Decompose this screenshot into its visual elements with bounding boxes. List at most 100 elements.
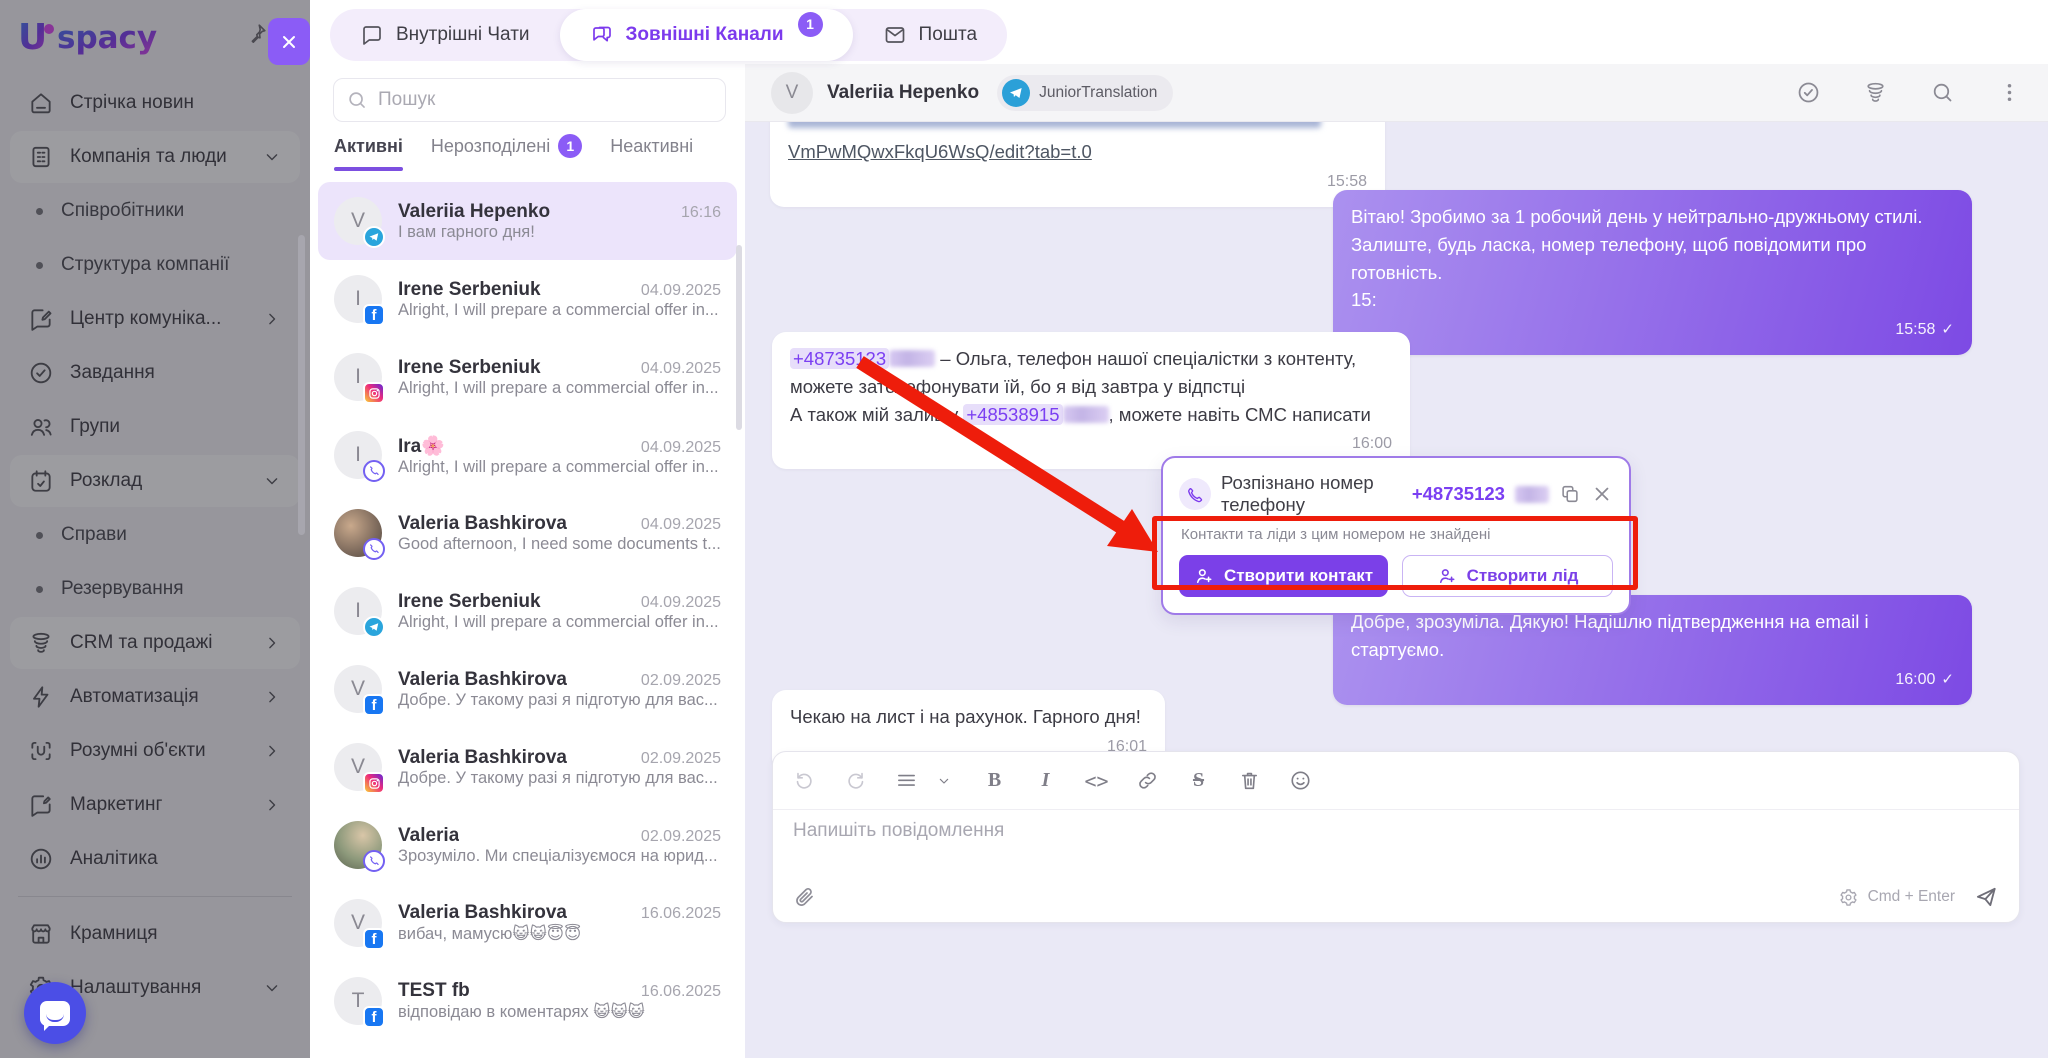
chat-mode-tabs: Внутрішні ЧатиЗовнішні Канали1Пошта xyxy=(330,9,1007,61)
sidebar-close-button[interactable] xyxy=(268,18,310,65)
chat-list-item[interactable]: IfIrene Serbeniuk04.09.2025Alright, I wi… xyxy=(318,260,737,338)
emoji-icon[interactable] xyxy=(1289,769,1312,792)
sidebar-scrollbar[interactable] xyxy=(298,235,305,535)
document-link[interactable]: VmPwMQwxFkqU6WsQ/edit?tab=t.0 xyxy=(788,141,1092,162)
list-tab-Активні[interactable]: Активні xyxy=(334,136,403,171)
message-time: 16:00 xyxy=(790,432,1392,456)
chat-icon xyxy=(360,23,384,47)
conversation-header: V Valeriia Hepenko JuniorTranslation xyxy=(745,64,2048,122)
code-icon[interactable]: <> xyxy=(1085,769,1108,792)
facebook-icon: f xyxy=(363,928,385,950)
copy-icon[interactable] xyxy=(1559,483,1581,505)
facebook-icon: f xyxy=(363,1006,385,1028)
bold-icon[interactable]: B xyxy=(983,769,1006,792)
tab-external-channels[interactable]: Зовнішні Канали1 xyxy=(560,9,853,61)
message-preview: Зрозуміло. Ми спеціалізуємося на юрид... xyxy=(398,847,718,865)
tab-internal-chats[interactable]: Внутрішні Чати xyxy=(330,9,560,61)
avatar: Tf xyxy=(334,977,382,1025)
viber-icon xyxy=(363,850,385,872)
redacted-phone-part xyxy=(1063,406,1109,423)
popup-title: Розпізнано номер телефону xyxy=(1221,472,1400,516)
chat-list-item[interactable]: VValeria Bashkirova02.09.2025Добре. У та… xyxy=(318,728,737,806)
viber-icon xyxy=(363,538,385,560)
message-preview: Good afternoon, I need some documents t.… xyxy=(398,535,721,553)
chat-search[interactable] xyxy=(333,78,726,122)
redacted-link-line xyxy=(788,122,1321,128)
search-input[interactable] xyxy=(378,89,713,111)
chat-list-item[interactable]: VfValeria Bashkirova16.06.2025вибач, мам… xyxy=(318,884,737,962)
phone-number-link[interactable]: +48538915 xyxy=(963,404,1062,425)
chat-list-item[interactable]: IIrene Serbeniuk04.09.2025Alright, I wil… xyxy=(318,338,737,416)
message-time: 15:58 xyxy=(788,170,1367,194)
channel-name: JuniorTranslation xyxy=(1039,84,1157,102)
telegram-icon xyxy=(1002,79,1030,107)
top-bar: Внутрішні ЧатиЗовнішні Канали1Пошта xyxy=(310,0,2048,64)
chat-list-scrollbar[interactable] xyxy=(736,245,742,430)
send-settings-icon[interactable] xyxy=(1839,888,1858,907)
support-chat-launcher[interactable] xyxy=(24,982,86,1044)
create-contact-button[interactable]: Створити контакт xyxy=(1179,555,1388,597)
send-icon[interactable] xyxy=(1973,884,1999,910)
contact-name: Irene Serbeniuk xyxy=(398,591,541,613)
undo-icon xyxy=(793,769,816,792)
sent-check-icon: ✓ xyxy=(1941,671,1954,688)
align-icon[interactable] xyxy=(895,769,918,792)
mark-read-icon[interactable] xyxy=(1796,80,1821,105)
strike-icon[interactable]: S xyxy=(1187,769,1210,792)
popup-phone-number[interactable]: +48735123 xyxy=(1412,483,1505,505)
avatar: Vf xyxy=(334,665,382,713)
trash-icon[interactable] xyxy=(1238,769,1261,792)
header-actions xyxy=(1796,80,2022,105)
chat-list-item[interactable]: IIra🌸04.09.2025Alright, I will prepare a… xyxy=(318,416,737,494)
list-tab-Неактивні[interactable]: Неактивні xyxy=(610,136,693,171)
channel-chip[interactable]: JuniorTranslation xyxy=(997,75,1173,111)
avatar: Vf xyxy=(334,899,382,947)
contact-name: Valeria Bashkirova xyxy=(398,669,567,691)
message-bubble-incoming: VmPwMQwxFkqU6WsQ/edit?tab=t.0 15:58 xyxy=(770,122,1385,207)
italic-icon[interactable]: I xyxy=(1034,769,1057,792)
list-tab-Нерозподілені[interactable]: Нерозподілені1 xyxy=(431,134,582,172)
timestamp: 04.09.2025 xyxy=(641,360,721,378)
chat-list-item[interactable]: Valeria Bashkirova 04.09.2025Good afterno… xyxy=(318,494,737,572)
close-icon[interactable] xyxy=(1591,483,1613,505)
formatting-toolbar: B I <> S xyxy=(773,752,2019,810)
tab-mail[interactable]: Пошта xyxy=(853,9,1008,61)
chat-list-item[interactable]: VValeriia Hepenko16:16І вам гарного дня! xyxy=(318,182,737,260)
composer-footer: Cmd + Enter xyxy=(773,872,2019,922)
viber-icon xyxy=(363,460,385,482)
phone-recognition-popup: Розпізнано номер телефону +48735123 Конт… xyxy=(1161,456,1631,615)
message-preview: Добре. У такому разі я підготую для вас.… xyxy=(398,769,718,787)
phone-number-link[interactable]: +48735123 xyxy=(790,348,889,369)
pin-icon[interactable] xyxy=(246,22,268,49)
message-text: Вітаю! Зробимо за 1 робочий день у нейтр… xyxy=(1351,203,1954,314)
kebab-menu-icon[interactable] xyxy=(1997,80,2022,105)
person-add-icon xyxy=(1437,566,1457,586)
avatar: V xyxy=(334,743,382,791)
timestamp: 16:16 xyxy=(681,204,721,222)
contact-name: Ira🌸 xyxy=(398,434,445,458)
search-messages-icon[interactable] xyxy=(1930,80,1955,105)
channels-icon xyxy=(590,23,614,47)
send-shortcut-hint: Cmd + Enter xyxy=(1868,888,1955,906)
chat-list-item[interactable]: TfTEST fb16.06.2025відповідаю в коментар… xyxy=(318,962,737,1040)
attach-icon[interactable] xyxy=(793,885,817,909)
timestamp: 02.09.2025 xyxy=(641,750,721,768)
timestamp: 04.09.2025 xyxy=(641,282,721,300)
message-preview: відповідаю в коментарях 😺😺😺 xyxy=(398,1003,645,1021)
chat-list-item[interactable]: VfValeria Bashkirova02.09.2025Добре. У т… xyxy=(318,650,737,728)
create-lead-button[interactable]: Створити лід xyxy=(1402,555,1613,597)
message-time: 16:00✓ xyxy=(1351,668,1954,692)
contact-name: Valeriia Hepenko xyxy=(827,82,979,104)
message-input[interactable] xyxy=(793,820,1999,872)
timestamp: 04.09.2025 xyxy=(641,516,721,534)
contact-name: Valeriia Hepenko xyxy=(398,201,550,223)
contact-name: Valeria Bashkirova xyxy=(398,513,567,535)
redacted-phone-part xyxy=(1515,486,1549,503)
crm-funnel-icon[interactable] xyxy=(1863,80,1888,105)
chat-list-item[interactable]: IIrene Serbeniuk04.09.2025Alright, I wil… xyxy=(318,572,737,650)
link-icon[interactable] xyxy=(1136,769,1159,792)
message-preview: Alright, I will prepare a commercial off… xyxy=(398,379,719,397)
chevron-down-icon[interactable] xyxy=(932,769,955,792)
mail-icon xyxy=(883,23,907,47)
chat-list-item[interactable]: Valeria02.09.2025Зрозуміло. Ми спеціаліз… xyxy=(318,806,737,884)
